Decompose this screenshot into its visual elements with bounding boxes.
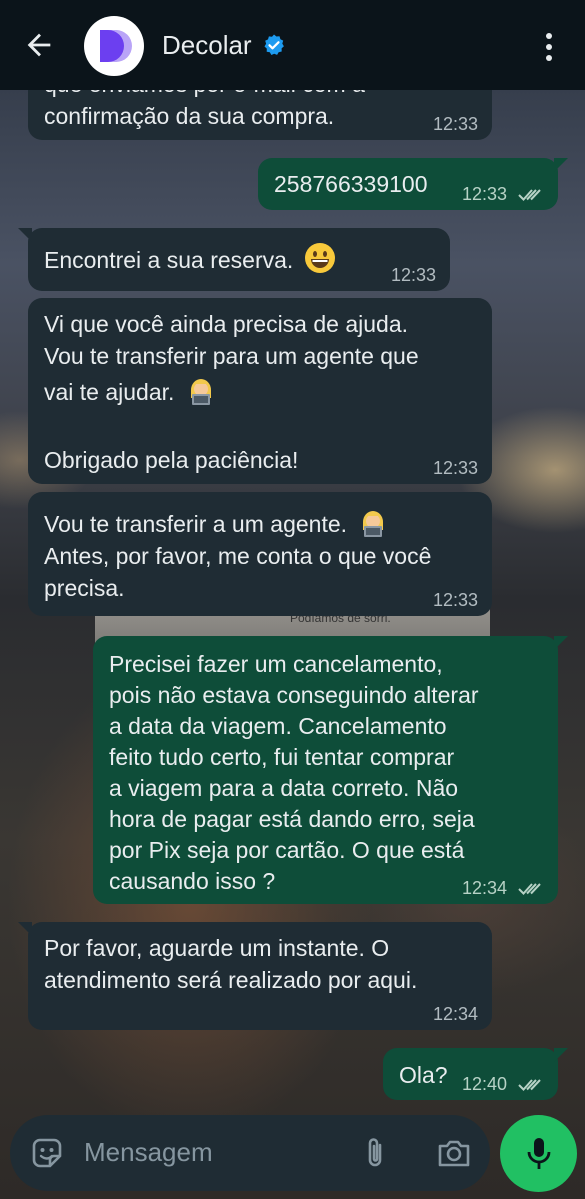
contact-avatar[interactable] — [84, 16, 144, 76]
chat-header: Decolar — [0, 0, 585, 90]
message-time: 12:33 — [390, 265, 436, 285]
message-time: 12:33 — [432, 458, 478, 478]
message-incoming[interactable]: Encontrei a sua reserva. 12:33 — [18, 228, 450, 291]
message-time: 12:34 — [432, 1004, 478, 1024]
double-check-read-icon — [518, 1079, 541, 1092]
message-incoming[interactable]: Por favor, aguarde um instante. O atendi… — [18, 922, 492, 1030]
message-text-line: Vou te transferir para um agente que — [44, 343, 419, 369]
message-text-line: a viagem para a data correto. Não — [109, 775, 459, 801]
more-options-icon[interactable] — [537, 30, 561, 64]
message-time: 12:33 — [432, 114, 478, 134]
attach-icon[interactable] — [362, 1135, 388, 1171]
message-text: 258766339100 — [274, 171, 428, 197]
woman-technologist-emoji-icon — [363, 511, 384, 537]
message-text-line: Vou te transferir a um agente. — [44, 511, 348, 537]
message-text-line: Por favor, aguarde um instante. O — [44, 935, 390, 961]
message-text-line: feito tudo certo, fui tentar comprar — [109, 744, 455, 770]
message-text-line: por Pix seja por cartão. O que está — [109, 837, 465, 863]
message-text-line: hora de pagar está dando erro, seja — [109, 806, 475, 832]
double-check-read-icon — [518, 883, 541, 896]
message-text-line: confirmação da sua compra. — [44, 103, 335, 129]
voice-message-button[interactable] — [500, 1115, 577, 1192]
message-text-line: precisa. — [44, 575, 125, 601]
message-text: Encontrei a sua reserva. — [44, 247, 294, 273]
message-time: 12:40 — [461, 1074, 507, 1094]
sticker-icon[interactable] — [30, 1136, 64, 1170]
message-text-line: atendimento será realizado por aqui. — [44, 967, 418, 993]
message-outgoing[interactable]: 258766339100 12:33 — [258, 158, 568, 210]
message-incoming[interactable]: Vi que você ainda precisa de ajuda. Vou … — [28, 298, 492, 484]
message-time: 12:33 — [461, 184, 507, 204]
woman-technologist-emoji-icon — [190, 379, 211, 405]
message-time: 12:34 — [461, 878, 507, 898]
message-input[interactable]: Mensagem — [84, 1137, 213, 1168]
message-time: 12:33 — [432, 590, 478, 610]
mic-icon — [527, 1138, 551, 1169]
back-arrow-icon[interactable] — [22, 28, 56, 62]
contact-name[interactable]: Decolar — [162, 30, 252, 61]
double-check-read-icon — [518, 189, 541, 202]
message-text-line: Antes, por favor, me conta o que você — [44, 543, 432, 569]
message-text-line: Precisei fazer um cancelamento, — [109, 651, 443, 677]
message-text-line: vai te ajudar. — [44, 379, 175, 405]
message-text: Ola? — [399, 1062, 448, 1088]
message-text-line: causando isso ? — [109, 868, 276, 894]
camera-icon[interactable] — [436, 1137, 472, 1169]
message-outgoing[interactable]: Precisei fazer um cancelamento, pois não… — [93, 636, 568, 904]
decolar-logo-icon — [100, 30, 132, 62]
message-composer: Mensagem — [10, 1115, 490, 1191]
grinning-face-emoji-icon — [304, 243, 335, 273]
message-text-line: a data da viagem. Cancelamento — [109, 713, 447, 739]
message-text-line: Obrigado pela paciência! — [44, 447, 299, 473]
message-outgoing[interactable]: Ola? 12:40 — [383, 1048, 568, 1100]
verified-badge-icon — [264, 34, 284, 55]
message-text-line: pois não estava conseguindo alterar — [109, 682, 479, 708]
message-incoming[interactable]: Vou te transferir a um agente. Antes, po… — [28, 492, 492, 616]
message-text-line: Vi que você ainda precisa de ajuda. — [44, 311, 409, 337]
